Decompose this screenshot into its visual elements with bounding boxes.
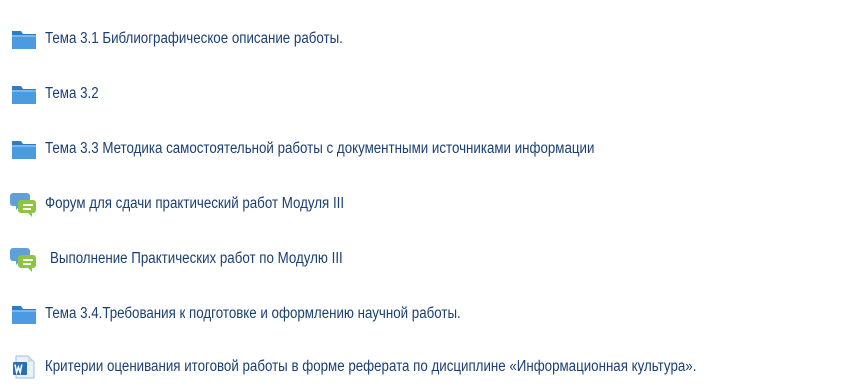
folder-icon	[10, 25, 38, 53]
list-item[interactable]: Тема 3.3 Методика самостоятельной работы…	[10, 133, 684, 165]
list-item-label[interactable]: Тема 3.4.Требования к подготовке и оформ…	[45, 305, 461, 323]
list-item-label[interactable]: Тема 3.2	[45, 85, 99, 103]
list-item[interactable]: Тема 3.1 Библиографическое описание рабо…	[10, 23, 391, 55]
folder-icon	[10, 300, 38, 328]
list-item[interactable]: Выполнение Практических работ по Модулю …	[10, 243, 390, 275]
forum-icon	[10, 190, 38, 218]
list-item-label[interactable]: Выполнение Практических работ по Модулю …	[50, 250, 343, 268]
folder-icon	[10, 80, 38, 108]
course-section-list: Тема 3.1 Библиографическое описание рабо…	[0, 0, 848, 390]
list-item-label[interactable]: Форум для сдачи практический работ Модул…	[45, 195, 344, 213]
folder-icon	[10, 135, 38, 163]
list-item-label[interactable]: Тема 3.3 Методика самостоятельной работы…	[45, 140, 594, 158]
forum-icon	[10, 245, 38, 273]
list-item[interactable]: Критерии оценивания итоговой работы в фо…	[10, 351, 802, 383]
list-item[interactable]: Тема 3.2	[10, 78, 107, 110]
list-item[interactable]: Форум для сдачи практический работ Модул…	[10, 188, 393, 220]
list-item[interactable]: Тема 3.4.Требования к подготовке и оформ…	[10, 298, 528, 330]
word-document-icon	[10, 353, 38, 381]
list-item-label[interactable]: Критерии оценивания итоговой работы в фо…	[45, 358, 696, 376]
list-item-label[interactable]: Тема 3.1 Библиографическое описание рабо…	[45, 30, 343, 48]
